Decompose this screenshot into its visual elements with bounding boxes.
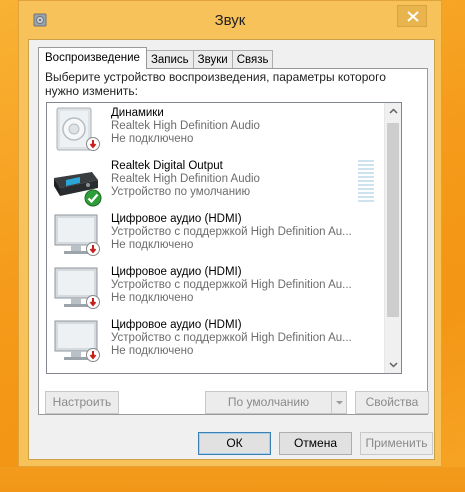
device-status: Не подключено: [111, 133, 194, 145]
scroll-thumb[interactable]: [387, 123, 399, 317]
list-item-hdmi-2[interactable]: Цифровое аудио (HDMI) Устройство с подде…: [47, 262, 387, 314]
device-status: Устройство по умолчанию: [111, 186, 251, 198]
list-item-hdmi-3[interactable]: Цифровое аудио (HDMI) Устройство с подде…: [47, 315, 387, 367]
ok-button[interactable]: ОК: [198, 432, 271, 455]
disconnected-badge-icon: [86, 348, 100, 365]
cancel-button[interactable]: Отмена: [279, 432, 352, 455]
set-default-label: По умолчанию: [227, 395, 310, 409]
device-name: Цифровое аудио (HDMI): [111, 319, 242, 331]
scroll-down-button[interactable]: [385, 356, 401, 373]
title-bar[interactable]: Звук: [19, 1, 441, 39]
device-info: Динамики Realtek High Definition Audio Н…: [111, 107, 260, 146]
device-name: Цифровое аудио (HDMI): [111, 266, 242, 278]
device-name: Realtek Digital Output: [111, 160, 223, 172]
close-icon: [407, 11, 419, 22]
tab-playback[interactable]: Воспроизведение: [38, 47, 147, 69]
device-info: Цифровое аудио (HDMI) Устройство с подде…: [111, 213, 352, 252]
disconnected-badge-icon: [86, 295, 100, 312]
dialog-client-area: Воспроизведение Запись Звуки Связь Выбер…: [28, 39, 435, 460]
tab-sounds[interactable]: Звуки: [192, 50, 233, 69]
tab-recording[interactable]: Запись: [145, 50, 194, 69]
configure-button[interactable]: Настроить: [45, 391, 119, 414]
disconnected-badge-icon: [86, 137, 100, 154]
desktop-bottom-strip: [0, 467, 465, 492]
chevron-down-icon: [389, 362, 398, 368]
device-info: Realtek Digital Output Realtek High Defi…: [111, 160, 260, 199]
device-info: Цифровое аудио (HDMI) Устройство с подде…: [111, 319, 352, 358]
properties-button[interactable]: Свойства: [355, 391, 429, 414]
set-default-split-button[interactable]: По умолчанию: [205, 391, 347, 414]
list-item-digital-output[interactable]: Realtek Digital Output Realtek High Defi…: [47, 156, 387, 208]
window-title: Звук: [214, 12, 246, 29]
device-list[interactable]: Динамики Realtek High Definition Audio Н…: [46, 102, 402, 374]
instruction-text: Выберите устройство воспроизведения, пар…: [45, 70, 386, 98]
device-name: Цифровое аудио (HDMI): [111, 213, 242, 225]
tab-communications[interactable]: Связь: [231, 50, 274, 69]
list-item-hdmi-1[interactable]: Цифровое аудио (HDMI) Устройство с подде…: [47, 209, 387, 261]
chevron-down-icon: [336, 401, 343, 405]
chevron-up-icon: [389, 108, 398, 114]
device-status: Не подключено: [111, 239, 194, 251]
device-driver: Устройство с поддержкой High Definition …: [111, 226, 352, 238]
device-driver: Realtek High Definition Audio: [111, 120, 260, 132]
list-item-speakers[interactable]: Динамики Realtek High Definition Audio Н…: [47, 103, 387, 155]
disconnected-badge-icon: [86, 242, 100, 259]
apply-button[interactable]: Применить: [360, 432, 433, 455]
scroll-up-button[interactable]: [385, 103, 401, 120]
volume-level-meter: [358, 160, 374, 204]
device-status: Не подключено: [111, 292, 194, 304]
device-status: Не подключено: [111, 345, 194, 357]
default-checkmark-icon: [84, 189, 102, 210]
sound-dialog: Звук Воспроизведение Запись Звуки Связь …: [18, 0, 442, 467]
device-driver: Устройство с поддержкой High Definition …: [111, 332, 352, 344]
device-driver: Realtek High Definition Audio: [111, 173, 260, 185]
tab-strip: Воспроизведение Запись Звуки Связь: [38, 47, 274, 69]
device-list-scrollbar[interactable]: [384, 103, 401, 373]
device-info: Цифровое аудио (HDMI) Устройство с подде…: [111, 266, 352, 305]
close-button[interactable]: [397, 5, 427, 27]
device-driver: Устройство с поддержкой High Definition …: [111, 279, 352, 291]
device-name: Динамики: [111, 107, 164, 119]
split-dropdown-arrow[interactable]: [331, 392, 346, 413]
